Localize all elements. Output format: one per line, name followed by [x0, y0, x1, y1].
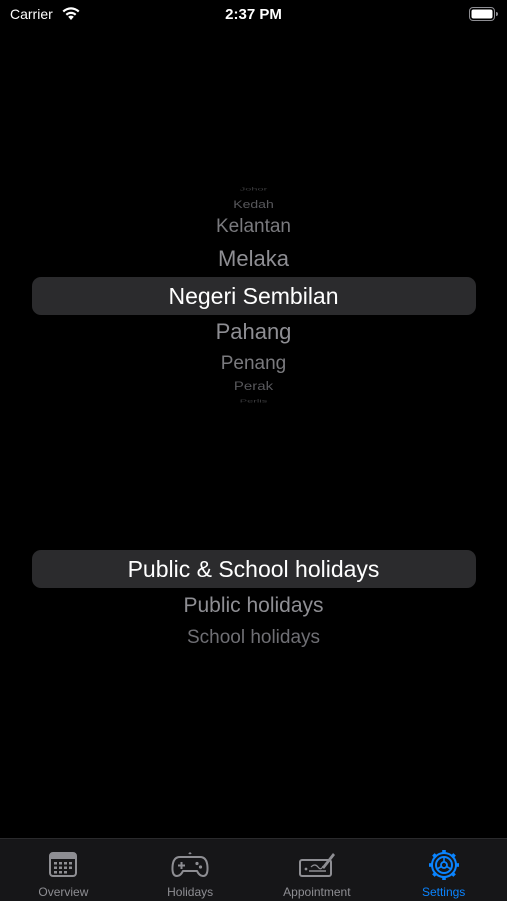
- holiday-type-picker[interactable]: Public & School holidays Public holidays…: [0, 0, 507, 700]
- tab-label-appointment: Appointment: [283, 885, 351, 899]
- tab-label-holidays: Holidays: [167, 885, 214, 899]
- picker-row-school-holidays[interactable]: School holidays: [0, 628, 507, 647]
- picker-row-public-school-holidays[interactable]: Public & School holidays: [0, 558, 507, 581]
- tab-label-overview: Overview: [38, 885, 89, 899]
- tab-overview[interactable]: Overview: [0, 839, 127, 901]
- signature-icon: [298, 853, 335, 877]
- picker-row-public-holidays[interactable]: Public holidays: [0, 595, 507, 616]
- calendar-icon: [49, 852, 78, 877]
- tab-label-settings: Settings: [421, 885, 466, 899]
- gamepad-icon: [171, 852, 209, 877]
- tab-settings[interactable]: Settings: [380, 839, 507, 901]
- tab-holidays[interactable]: Holidays: [127, 839, 254, 901]
- tab-appointment[interactable]: Appointment: [254, 839, 381, 901]
- tab-bar: Overview Holidays Appointment Settings: [0, 838, 507, 901]
- gear-icon: [428, 850, 459, 880]
